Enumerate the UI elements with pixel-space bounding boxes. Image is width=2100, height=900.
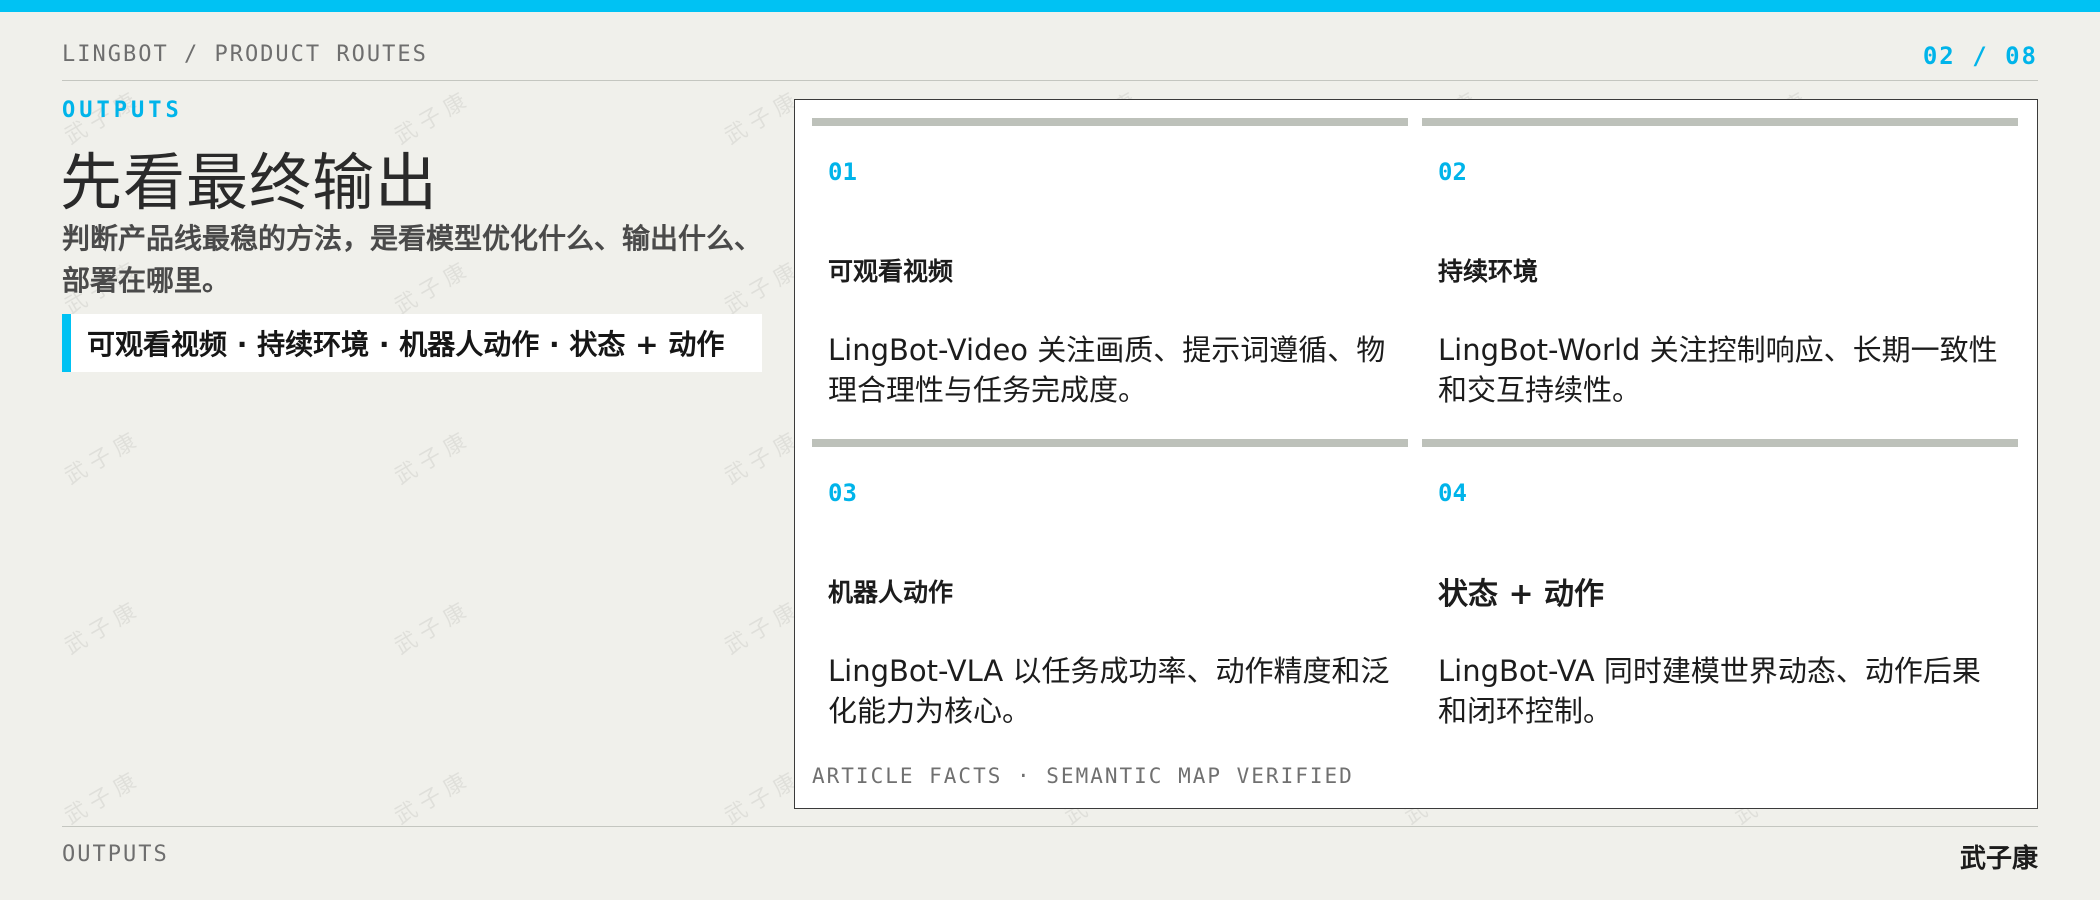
card-top-rule xyxy=(1422,118,2018,126)
output-card: 01 可观看视频 LingBot-Video 关注画质、提示词遵循、物理合理性与… xyxy=(812,118,1408,428)
header-divider xyxy=(62,80,2038,81)
slide: 武子康 武子康 武子康 武子康 武子康 武子康 武子康 武子康 武子康 武子康 … xyxy=(0,0,2100,900)
summary-callout: 可观看视频 · 持续环境 · 机器人动作 · 状态 + 动作 xyxy=(62,314,762,372)
card-description: LingBot-Video 关注画质、提示词遵循、物理合理性与任务完成度。 xyxy=(828,333,1386,407)
footer-author: 武子康 xyxy=(1959,844,2038,874)
output-card: 02 持续环境 LingBot-World 关注控制响应、长期一致性和交互持续性… xyxy=(1422,118,2018,428)
watermark-text: 武子康 xyxy=(390,426,476,490)
card-description: LingBot-World 关注控制响应、长期一致性和交互持续性。 xyxy=(1438,333,1998,407)
card-number: 02 xyxy=(1438,158,1467,186)
breadcrumb: LINGBOT / PRODUCT ROUTES xyxy=(62,42,428,67)
card-number: 03 xyxy=(828,479,857,507)
panel-footnote: ARTICLE FACTS · SEMANTIC MAP VERIFIED xyxy=(812,764,1354,788)
card-title: 持续环境 xyxy=(1438,257,1539,286)
page-subtitle: 判断产品线最稳的方法，是看模型优化什么、输出什么、部署在哪里。 xyxy=(62,222,763,297)
footer-section-label: OUTPUTS xyxy=(62,842,169,867)
card-title: 状态 + 动作 xyxy=(1438,577,1605,612)
footer-divider xyxy=(62,826,2038,827)
card-description: LingBot-VLA 以任务成功率、动作精度和泛化能力为核心。 xyxy=(828,654,1390,728)
card-top-rule xyxy=(812,439,1408,447)
watermark-text: 武子康 xyxy=(60,766,146,830)
card-title: 机器人动作 xyxy=(828,578,954,607)
card-number: 01 xyxy=(828,158,857,186)
card-description: LingBot-VA 同时建模世界动态、动作后果和闭环控制。 xyxy=(1438,654,1981,728)
card-top-rule xyxy=(812,118,1408,126)
watermark-text: 武子康 xyxy=(390,766,476,830)
outputs-panel: 01 可观看视频 LingBot-Video 关注画质、提示词遵循、物理合理性与… xyxy=(794,99,2038,809)
summary-callout-text: 可观看视频 · 持续环境 · 机器人动作 · 状态 + 动作 xyxy=(87,328,725,361)
page-indicator: 02 / 08 xyxy=(1922,42,2038,70)
watermark-text: 武子康 xyxy=(60,426,146,490)
section-kicker: OUTPUTS xyxy=(62,98,183,123)
output-card: 03 机器人动作 LingBot-VLA 以任务成功率、动作精度和泛化能力为核心… xyxy=(812,439,1408,749)
card-top-rule xyxy=(1422,439,2018,447)
card-title: 可观看视频 xyxy=(828,257,954,286)
accent-top-bar xyxy=(0,0,2100,12)
watermark-text: 武子康 xyxy=(60,596,146,660)
page-title: 先看最终输出 xyxy=(60,146,439,219)
output-card: 04 状态 + 动作 LingBot-VA 同时建模世界动态、动作后果和闭环控制… xyxy=(1422,439,2018,749)
watermark-text: 武子康 xyxy=(390,596,476,660)
card-number: 04 xyxy=(1438,479,1467,507)
